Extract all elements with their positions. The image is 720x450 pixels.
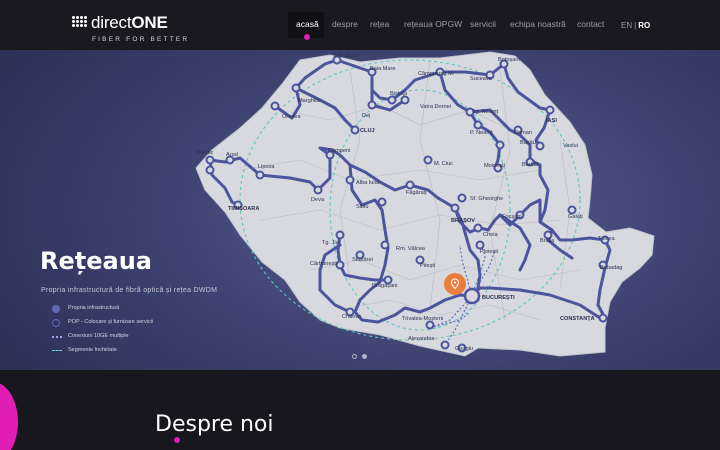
svg-text:Satu Mare: Satu Mare xyxy=(333,53,359,59)
svg-text:M. Ciuc: M. Ciuc xyxy=(434,161,453,167)
svg-text:BUCUREȘTI: BUCUREȘTI xyxy=(482,295,515,301)
slide-dot-2[interactable] xyxy=(362,354,367,359)
logo-wordmark: directONE xyxy=(91,13,168,32)
svg-text:Lipova: Lipova xyxy=(258,164,275,170)
ring-icon xyxy=(52,319,60,327)
svg-text:Deva: Deva xyxy=(311,197,325,203)
svg-text:Rm. Vâlcea: Rm. Vâlcea xyxy=(396,246,426,252)
nav-item-despre[interactable]: despre xyxy=(332,19,358,29)
svg-text:Tulcea: Tulcea xyxy=(598,236,615,242)
nav-active-dot xyxy=(304,34,310,40)
svg-text:Brăila: Brăila xyxy=(540,238,555,244)
nav-item-reteaua-opgw[interactable]: rețeaua OPGW xyxy=(404,19,462,29)
top-header: directONE FIBER FOR BETTER acasă despre … xyxy=(0,0,720,50)
nav-item-servicii[interactable]: servicii xyxy=(470,19,496,29)
legend-label: POP - Colocare și furnizare servicii xyxy=(68,319,154,325)
svg-text:Oradea: Oradea xyxy=(282,114,302,120)
svg-text:BRAȘOV: BRAȘOV xyxy=(451,218,475,224)
svg-text:Trivalea-Moșteni: Trivalea-Moșteni xyxy=(402,316,443,322)
bucuresti-hub xyxy=(463,287,481,305)
svg-text:Câmpeni: Câmpeni xyxy=(328,148,350,154)
legend-label: Conexiuni 10GE multiple xyxy=(68,333,129,339)
svg-text:Giurgiu: Giurgiu xyxy=(455,346,473,352)
svg-text:Bârlad: Bârlad xyxy=(522,162,538,168)
slider-pagination xyxy=(352,346,372,364)
svg-text:Baia Mare: Baia Mare xyxy=(370,66,396,72)
hero-title: Rețeaua xyxy=(40,247,152,275)
svg-text:Bistrița: Bistrița xyxy=(390,91,408,97)
svg-text:Câmpulung M.: Câmpulung M. xyxy=(418,71,455,77)
svg-text:Drăgășani: Drăgășani xyxy=(372,283,398,289)
svg-text:Babadag: Babadag xyxy=(600,265,622,271)
svg-text:Vaslui: Vaslui xyxy=(563,143,578,149)
about-section: Despre noi xyxy=(0,370,720,450)
svg-text:Focșani: Focșani xyxy=(502,214,522,220)
svg-text:CONSTANȚA: CONSTANȚA xyxy=(560,316,595,322)
svg-text:Alba Iulia: Alba Iulia xyxy=(356,180,380,186)
svg-text:TIMIȘOARA: TIMIȘOARA xyxy=(228,206,259,212)
nav-item-contact[interactable]: contact xyxy=(577,19,604,29)
svg-text:Roman: Roman xyxy=(514,130,532,136)
svg-text:Cheia: Cheia xyxy=(483,232,499,238)
slide-dot-1[interactable] xyxy=(352,354,357,359)
svg-text:Botoșani: Botoșani xyxy=(498,57,520,63)
svg-text:Suceava: Suceava xyxy=(470,76,493,82)
svg-text:Ploiești: Ploiești xyxy=(480,249,498,255)
svg-text:Arad: Arad xyxy=(226,152,238,158)
dashed-line-icon xyxy=(52,350,62,351)
svg-text:Tg. Neamț: Tg. Neamț xyxy=(472,109,499,115)
svg-text:Nădlac: Nădlac xyxy=(196,150,214,156)
svg-text:IAȘI: IAȘI xyxy=(546,118,557,124)
about-title: Despre noi xyxy=(155,412,274,437)
svg-text:Cărbunești: Cărbunești xyxy=(310,261,337,267)
svg-text:Dej: Dej xyxy=(362,113,370,119)
hero-subtitle: Propria infrastructură de fibră optică ș… xyxy=(41,287,218,294)
svg-text:Galați: Galați xyxy=(568,214,583,220)
language-switcher: EN | RO xyxy=(621,21,650,30)
legend-label: Segmente închiriate xyxy=(68,347,117,353)
svg-text:Marghita: Marghita xyxy=(298,98,321,104)
svg-text:Sf. Gheorghe: Sf. Gheorghe xyxy=(470,196,503,202)
svg-text:Stupărei: Stupărei xyxy=(352,257,373,263)
svg-text:Alexandria: Alexandria xyxy=(408,336,435,342)
svg-text:P. Neamț: P. Neamț xyxy=(470,130,493,136)
filled-dot-icon xyxy=(52,305,60,313)
svg-text:Moinești: Moinești xyxy=(484,163,505,169)
svg-text:Vatra Dornei: Vatra Dornei xyxy=(420,104,451,110)
lang-ro[interactable]: RO xyxy=(638,21,650,30)
svg-text:Bacău: Bacău xyxy=(520,140,536,146)
svg-text:Pitești: Pitești xyxy=(420,263,435,269)
nav-item-acasa[interactable]: acasă xyxy=(296,19,319,29)
logo-dots-icon xyxy=(72,16,88,30)
logo-tagline: FIBER FOR BETTER xyxy=(92,36,190,43)
nav-item-retea[interactable]: rețea xyxy=(370,19,389,29)
lang-en[interactable]: EN xyxy=(621,21,632,30)
dotted-line-icon xyxy=(52,336,62,338)
svg-text:Sibiu: Sibiu xyxy=(356,204,368,210)
svg-text:Tg. Jiu: Tg. Jiu xyxy=(322,240,339,246)
lang-separator: | xyxy=(634,21,637,30)
location-pin-icon xyxy=(444,273,466,295)
hero-slider: Satu Mare Baia Mare Câmpulung M. Botoșan… xyxy=(0,50,720,370)
svg-text:Făgăraș: Făgăraș xyxy=(406,190,427,196)
svg-text:Craiova: Craiova xyxy=(342,314,362,320)
svg-text:CLUJ: CLUJ xyxy=(360,128,375,134)
nav-item-echipa[interactable]: echipa noastră xyxy=(510,19,566,29)
legend-label: Propria infrastructură xyxy=(68,305,120,311)
about-title-dot xyxy=(174,437,180,443)
decorative-magenta-circle xyxy=(0,382,18,450)
